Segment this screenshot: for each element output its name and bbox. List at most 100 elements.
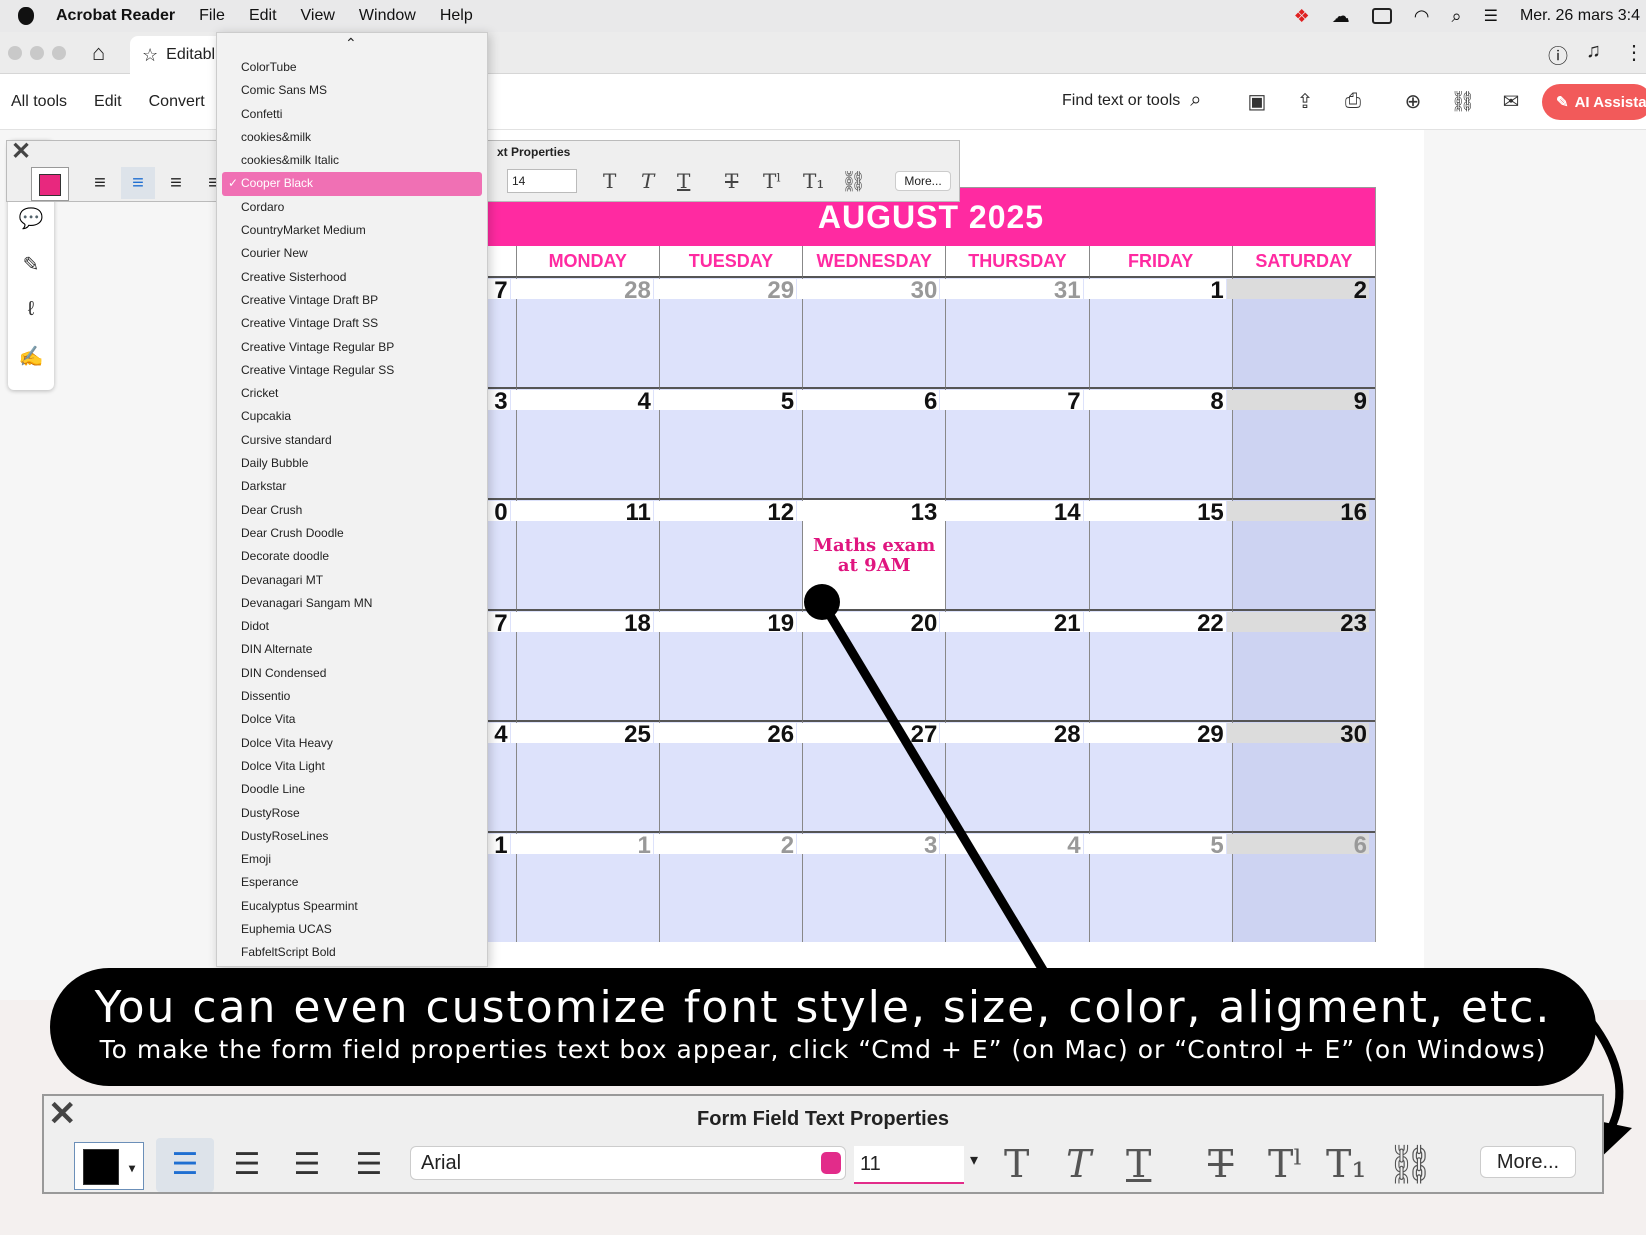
align-right-icon[interactable]: ☰ [278,1138,336,1192]
calendar-cell[interactable]: 21 [940,609,1089,720]
mail-icon[interactable]: ✉ [1498,88,1524,114]
calendar-cell[interactable]: 11 [510,498,659,609]
calendar-cell[interactable]: 27 [797,720,946,831]
calendar-cell[interactable]: 23 [1226,609,1375,720]
font-option[interactable]: ColorTube [217,56,487,79]
lasso-icon[interactable]: ℓ [18,298,44,324]
font-option[interactable]: DIN Alternate [217,638,487,661]
calendar-cell[interactable]: 16 [1226,498,1375,609]
color-swatch[interactable]: ▾ [74,1142,144,1190]
calendar-cell[interactable]: 1 [1083,276,1232,387]
italic-icon[interactable]: T [641,169,654,193]
menu-edit[interactable]: Edit [249,7,277,25]
datetime[interactable]: Mer. 26 mars 3:4 [1520,7,1640,25]
font-option[interactable]: Cupcakia [217,405,487,428]
calendar-cell[interactable]: 2 [653,831,803,942]
print-icon[interactable]: ⎙ [1340,88,1366,114]
calendar-cell[interactable]: 13 Maths exam at 9AM [797,498,946,609]
font-option[interactable]: Dolce Vita Light [217,755,487,778]
calendar-cell[interactable]: 6 [797,387,946,498]
event-note[interactable]: Maths exam at 9AM [803,536,945,576]
menu-file[interactable]: File [199,7,225,25]
ai-assistant-button[interactable]: ✎ AI Assista [1542,84,1646,120]
calendar-cell[interactable]: 6 [1226,831,1375,942]
font-option[interactable]: Darkstar [217,475,487,498]
font-option[interactable]: CountryMarket Medium [217,219,487,242]
font-option[interactable]: FabfeltScript Bold [217,941,487,964]
align-center-icon[interactable]: ≡ [121,167,155,199]
font-option[interactable]: Cooper Black [222,172,482,196]
comment-icon[interactable]: 💬 [18,206,44,232]
more-button[interactable]: More... [1480,1146,1576,1178]
font-size-field[interactable]: 14 [507,169,577,193]
font-option[interactable]: Devanagari Sangam MN [217,592,487,615]
scroll-up-icon[interactable]: ⌃ [345,35,357,52]
wifi-icon[interactable]: ◠ [1414,6,1430,27]
font-option[interactable]: Euphemia UCAS [217,918,487,941]
font-option[interactable]: DIN Condensed [217,662,487,685]
font-option[interactable]: Creative Vintage Regular BP [217,336,487,359]
font-option[interactable]: Daily Bubble [217,452,487,475]
calendar-cell[interactable]: 31 [940,276,1089,387]
menu-view[interactable]: View [301,7,335,25]
close-window-button[interactable] [8,46,22,60]
minimize-window-button[interactable] [30,46,44,60]
font-option[interactable]: Confetti [217,103,487,126]
sign-icon[interactable]: ✍ [18,344,44,370]
all-tools-button[interactable]: All tools [11,93,67,111]
font-option[interactable]: Cordaro [217,196,487,219]
italic-icon[interactable]: T [1066,1142,1091,1186]
strikethrough-icon[interactable]: T [725,169,738,193]
font-option[interactable]: Creative Vintage Regular SS [217,359,487,382]
font-option[interactable]: Emoji [217,848,487,871]
font-option[interactable]: Creative Vintage Draft SS [217,312,487,335]
font-option[interactable]: Didot [217,615,487,638]
spotlight-search-icon[interactable]: ⌕ [1452,6,1462,27]
calendar-cell[interactable]: 26 [653,720,803,831]
calendar-cell[interactable]: 5 [653,387,803,498]
calendar-cell[interactable]: 3 [797,831,946,942]
calendar-cell[interactable]: 19 [653,609,803,720]
convert-button[interactable]: Convert [149,93,205,111]
superscript-icon[interactable]: Tˡ [763,169,781,193]
color-swatch[interactable] [31,167,69,201]
calendar-cell[interactable]: 22 [1083,609,1232,720]
subscript-icon[interactable]: T₁ [1326,1142,1367,1186]
more-button[interactable]: More... [895,171,951,191]
font-option[interactable]: Dolce Vita Heavy [217,732,487,755]
apple-icon[interactable] [18,7,34,25]
font-option[interactable]: Doodle Line [217,778,487,801]
calendar-cell[interactable]: 1 [510,831,659,942]
zoom-window-button[interactable] [52,46,66,60]
calendar-cell[interactable]: 4 [940,831,1089,942]
battery-icon[interactable] [1371,8,1392,24]
font-option[interactable]: Creative Sisterhood [217,266,487,289]
align-center-icon[interactable]: ☰ [218,1138,276,1192]
subscript-icon[interactable]: T₁ [803,169,824,193]
dropbox-icon[interactable]: ❖ [1294,6,1310,27]
justify-icon[interactable]: ☰ [340,1138,398,1192]
font-option[interactable]: Dear Crush [217,499,487,522]
calendar-cell[interactable]: 20 [797,609,946,720]
close-icon[interactable]: ✕ [11,137,31,166]
font-option[interactable]: Decorate doodle [217,545,487,568]
font-select[interactable]: Arial [410,1146,846,1180]
calendar-cell[interactable]: 14 [940,498,1089,609]
calendar-cell[interactable]: 29 [1083,720,1232,831]
size-dropdown-icon[interactable]: ▾ [970,1150,978,1170]
calendar-cell[interactable]: 5 [1083,831,1232,942]
calendar-cell[interactable]: 8 [1083,387,1232,498]
cloud-icon[interactable]: ☁ [1332,6,1350,27]
notifications-icon[interactable]: ♫ [1586,40,1601,63]
edit-button[interactable]: Edit [94,93,122,111]
font-option[interactable]: cookies&milk Italic [217,149,487,172]
help-icon[interactable]: ⓘ [1548,40,1568,69]
pen-icon[interactable]: ✎ [18,252,44,278]
calendar-cell[interactable]: 30 [1226,720,1375,831]
underline-icon[interactable]: T [677,169,690,193]
font-option[interactable]: Eucalyptus Spearmint [217,895,487,918]
link-icon[interactable]: ⛓ [1450,88,1476,114]
home-icon[interactable]: ⌂ [92,40,105,66]
calendar-cell[interactable]: 28 [510,276,659,387]
save-icon[interactable]: ▣ [1244,88,1270,114]
